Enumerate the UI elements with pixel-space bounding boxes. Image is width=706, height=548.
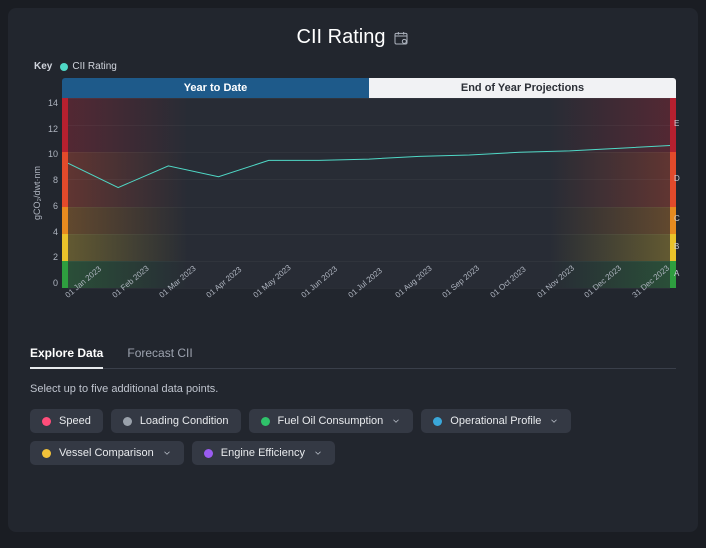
- data-point-chips: Speed Loading Condition Fuel Oil Consumpti…: [30, 409, 676, 465]
- chip-dot: [261, 417, 270, 426]
- chip-dot: [123, 417, 132, 426]
- chip-label: Fuel Oil Consumption: [278, 415, 384, 427]
- section-tabs: Explore Data Forecast CII: [30, 340, 676, 369]
- cii-rating-card: CII Rating Key CII Rating Year to Date E…: [8, 8, 698, 532]
- chip-label: Engine Efficiency: [221, 447, 305, 459]
- rating-axis-labels: EDCBA: [674, 98, 686, 288]
- legend-series-name: CII Rating: [72, 61, 116, 72]
- chip-label: Vessel Comparison: [59, 447, 154, 459]
- legend-swatch: [60, 63, 68, 71]
- chip-label: Loading Condition: [140, 415, 229, 427]
- y-tick: 2: [44, 252, 58, 262]
- y-tick: 14: [44, 98, 58, 108]
- tab-end-of-year-projections[interactable]: End of Year Projections: [369, 78, 676, 98]
- chip-fuel-oil-consumption[interactable]: Fuel Oil Consumption: [249, 409, 414, 433]
- y-tick: 0: [44, 278, 58, 288]
- chip-operational-profile[interactable]: Operational Profile: [421, 409, 571, 433]
- legend-label: Key: [34, 61, 52, 72]
- x-axis-ticks: 01 Jan 202301 Feb 202301 Mar 202301 Apr …: [62, 288, 676, 326]
- tab-year-to-date[interactable]: Year to Date: [62, 78, 369, 98]
- calendar-icon[interactable]: [393, 30, 409, 46]
- helper-text: Select up to five additional data points…: [30, 383, 676, 395]
- chart-period-tabs: Year to Date End of Year Projections: [62, 78, 676, 98]
- card-header: CII Rating: [30, 26, 676, 49]
- tab-explore-data[interactable]: Explore Data: [30, 340, 103, 368]
- tab-forecast-cii[interactable]: Forecast CII: [127, 340, 192, 368]
- line-chart-svg: [68, 98, 670, 288]
- chip-engine-efficiency[interactable]: Engine Efficiency: [192, 441, 335, 465]
- legend: Key CII Rating: [30, 61, 676, 72]
- chip-dot: [433, 417, 442, 426]
- chart-area: gCO₂/dwt·nm 14 12 10 8 6 4 2 0 EDCBA: [30, 98, 676, 288]
- chip-dot: [204, 449, 213, 458]
- rating-label-E: E: [674, 119, 679, 128]
- y-tick: 10: [44, 149, 58, 159]
- chevron-down-icon: [391, 416, 401, 426]
- chip-speed[interactable]: Speed: [30, 409, 103, 433]
- chip-vessel-comparison[interactable]: Vessel Comparison: [30, 441, 184, 465]
- y-axis-label: gCO₂/dwt·nm: [30, 166, 44, 220]
- chip-dot: [42, 417, 51, 426]
- y-tick: 8: [44, 175, 58, 185]
- rating-label-B: B: [674, 242, 679, 251]
- y-tick: 4: [44, 227, 58, 237]
- y-tick: 12: [44, 124, 58, 134]
- chip-dot: [42, 449, 51, 458]
- chevron-down-icon: [162, 448, 172, 458]
- rating-label-D: D: [674, 174, 680, 183]
- legend-item-cii: CII Rating: [60, 61, 116, 72]
- y-axis-ticks: 14 12 10 8 6 4 2 0: [44, 98, 62, 288]
- chevron-down-icon: [313, 448, 323, 458]
- chevron-down-icon: [549, 416, 559, 426]
- y-tick: 6: [44, 201, 58, 211]
- card-title: CII Rating: [297, 26, 386, 49]
- chip-label: Speed: [59, 415, 91, 427]
- chart-plot: EDCBA: [62, 98, 676, 288]
- chip-label: Operational Profile: [450, 415, 541, 427]
- rating-label-C: C: [674, 214, 680, 223]
- chip-loading-condition[interactable]: Loading Condition: [111, 409, 241, 433]
